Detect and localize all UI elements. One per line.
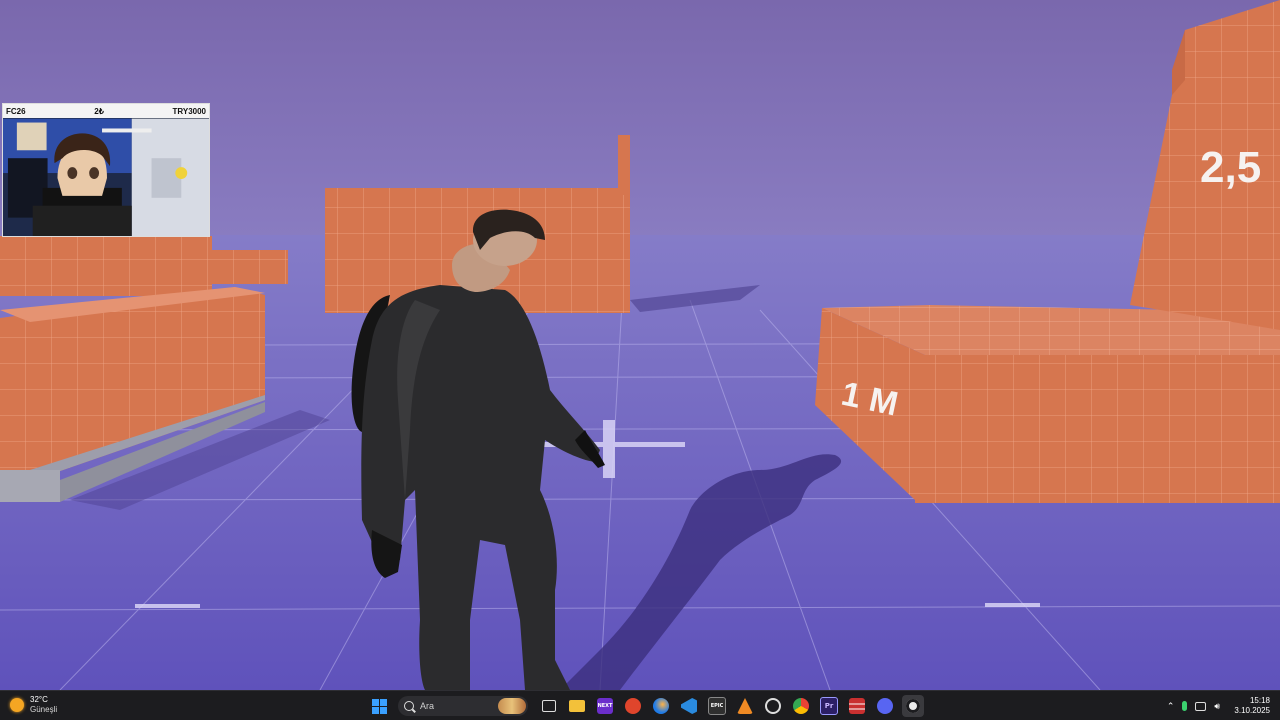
taskbar-next[interactable]: NEXT	[594, 695, 616, 717]
circle-app-icon	[765, 698, 781, 714]
weather-widget[interactable]: 32°C Güneşli	[10, 695, 57, 715]
webcam-info-bar: FC26 2₺ TRY3000	[3, 104, 209, 118]
webcam-feed	[3, 118, 209, 236]
task-view-icon	[542, 700, 556, 712]
premiere-label: Pr	[824, 702, 834, 710]
microphone-icon[interactable]	[1182, 701, 1188, 711]
taskbar-center: Ara NEXT EPIC Pr	[368, 694, 924, 718]
taskbar-app-bars[interactable]	[846, 695, 868, 717]
clock-time: 15:18	[1249, 696, 1270, 705]
weather-temperature: 32°C	[30, 695, 48, 704]
network-icon[interactable]	[1195, 701, 1207, 711]
search-placeholder: Ara	[420, 701, 435, 711]
next-app-label: NEXT	[597, 703, 613, 709]
taskbar-app-orange[interactable]	[734, 695, 756, 717]
chevron-up-icon[interactable]: ⌃	[1167, 701, 1175, 712]
windows-icon	[371, 698, 387, 714]
far-wall-small	[208, 250, 288, 284]
weather-text: 32°C Güneşli	[30, 695, 57, 715]
vscode-icon	[681, 698, 697, 714]
taskbar-epic-games[interactable]: EPIC	[706, 695, 728, 717]
taskbar-file-explorer[interactable]	[566, 695, 588, 717]
taskbar-vscode[interactable]	[678, 695, 700, 717]
firefox-icon	[653, 698, 669, 714]
folder-icon	[569, 700, 585, 712]
taskbar-premiere[interactable]: Pr	[818, 695, 840, 717]
webcam-center-text: 2₺	[94, 106, 104, 116]
volume-icon[interactable]: 🔊︎	[1214, 701, 1224, 711]
system-tray: ⌃ 🔊︎ 15:18 3.10.2025	[1167, 694, 1270, 718]
task-view-button[interactable]	[538, 695, 560, 717]
orange-app-icon	[737, 698, 753, 714]
webcam-overlay: FC26 2₺ TRY3000	[2, 103, 210, 237]
taskbar-discord[interactable]	[874, 695, 896, 717]
webcam-left-text: FC26	[6, 106, 26, 116]
search-icon	[404, 701, 414, 711]
epic-label: EPIC	[710, 703, 724, 709]
chrome-icon	[793, 698, 809, 714]
premiere-icon: Pr	[820, 697, 838, 715]
discord-icon	[877, 698, 893, 714]
epic-games-icon: EPIC	[708, 697, 726, 715]
taskbar-chrome[interactable]	[790, 695, 812, 717]
taskbar-firefox[interactable]	[650, 695, 672, 717]
search-highlight-image	[498, 698, 526, 714]
taskbar: 32°C Güneşli Ara NEXT EPIC Pr ⌃ 🔊︎ 15:18…	[0, 690, 1280, 720]
taskbar-search[interactable]: Ara	[398, 696, 528, 716]
weather-description: Güneşli	[30, 705, 58, 714]
sun-icon	[10, 698, 24, 712]
unreal-engine-icon	[906, 699, 920, 713]
taskbar-app-circle[interactable]	[762, 695, 784, 717]
taskbar-unreal[interactable]	[902, 695, 924, 717]
tray-icons: ⌃ 🔊︎	[1167, 701, 1225, 712]
webcam-right-text: TRY3000	[172, 106, 206, 116]
bars-app-icon	[849, 698, 865, 714]
clock[interactable]: 15:18 3.10.2025	[1234, 696, 1270, 716]
red-app-icon	[625, 698, 641, 714]
taskbar-app-red[interactable]	[622, 695, 644, 717]
next-app-icon: NEXT	[597, 698, 613, 714]
start-button[interactable]	[368, 695, 390, 717]
label-2-5: 2,5	[1200, 143, 1261, 192]
clock-date: 3.10.2025	[1234, 706, 1270, 715]
